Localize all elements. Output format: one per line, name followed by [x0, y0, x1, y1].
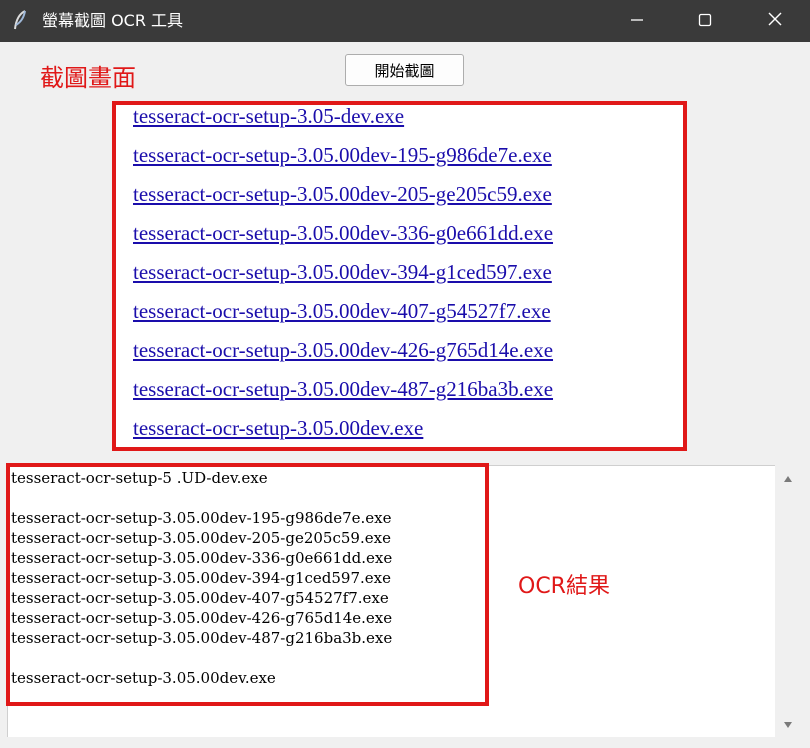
result-line	[11, 648, 392, 668]
maximize-button[interactable]	[678, 0, 732, 42]
result-line: tesseract-ocr-setup-3.05.00dev-195-g986d…	[11, 509, 392, 527]
close-icon	[767, 11, 783, 31]
feather-icon	[12, 10, 28, 32]
capture-link: tesseract-ocr-setup-3.05.00dev-205-ge205…	[133, 182, 552, 206]
close-button[interactable]	[748, 0, 802, 42]
scroll-down-icon[interactable]	[780, 717, 796, 733]
capture-link: tesseract-ocr-setup-3.05.00dev-195-g986d…	[133, 143, 552, 167]
result-line: tesseract-ocr-setup-3.05.00dev-205-ge205…	[11, 529, 391, 547]
result-line: tesseract-ocr-setup-5 .UD-dev.exe	[11, 469, 268, 487]
capture-link: tesseract-ocr-setup-3.05.00dev.exe	[133, 416, 424, 440]
capture-link: tesseract-ocr-setup-3.05.00dev-336-g0e66…	[133, 221, 554, 245]
capture-link: tesseract-ocr-setup-3.05-dev.exe	[133, 104, 405, 128]
screenshot-preview: tesseract-ocr-setup-3.05-dev.exe tessera…	[112, 101, 687, 451]
minimize-button[interactable]	[610, 0, 664, 42]
capture-link: tesseract-ocr-setup-3.05.00dev-407-g5452…	[133, 299, 551, 323]
result-line: tesseract-ocr-setup-3.05.00dev-487-g216b…	[11, 629, 393, 647]
capture-link: tesseract-ocr-setup-3.05.00dev-487-g216b…	[133, 377, 554, 401]
ocr-result-text: tesseract-ocr-setup-5 .UD-dev.exe tesser…	[11, 468, 392, 688]
result-line	[11, 488, 392, 508]
title-bar: 螢幕截圖 OCR 工具	[0, 0, 810, 42]
ocr-annotation: OCR結果	[518, 574, 610, 599]
result-line: tesseract-ocr-setup-3.05.00dev-336-g0e66…	[11, 549, 393, 567]
result-line: tesseract-ocr-setup-3.05.00dev-426-g765d…	[11, 609, 393, 627]
start-capture-button[interactable]: 開始截圖	[345, 54, 464, 86]
capture-link: tesseract-ocr-setup-3.05.00dev-426-g765d…	[133, 338, 554, 362]
vertical-scrollbar[interactable]	[776, 465, 800, 737]
result-line: tesseract-ocr-setup-3.05.00dev-407-g5452…	[11, 589, 389, 607]
window-title: 螢幕截圖 OCR 工具	[42, 11, 184, 30]
screenshot-annotation: 截圖畫面	[40, 64, 136, 92]
minimize-icon	[630, 12, 644, 31]
result-line: tesseract-ocr-setup-3.05.00dev.exe	[11, 669, 276, 687]
maximize-icon	[698, 12, 712, 31]
result-line: tesseract-ocr-setup-3.05.00dev-394-g1ced…	[11, 569, 392, 587]
bottom-edge	[7, 737, 800, 748]
scroll-up-icon[interactable]	[780, 471, 796, 487]
capture-link-list: tesseract-ocr-setup-3.05-dev.exe tessera…	[133, 104, 554, 447]
capture-link: tesseract-ocr-setup-3.05.00dev-394-g1ced…	[133, 260, 552, 284]
